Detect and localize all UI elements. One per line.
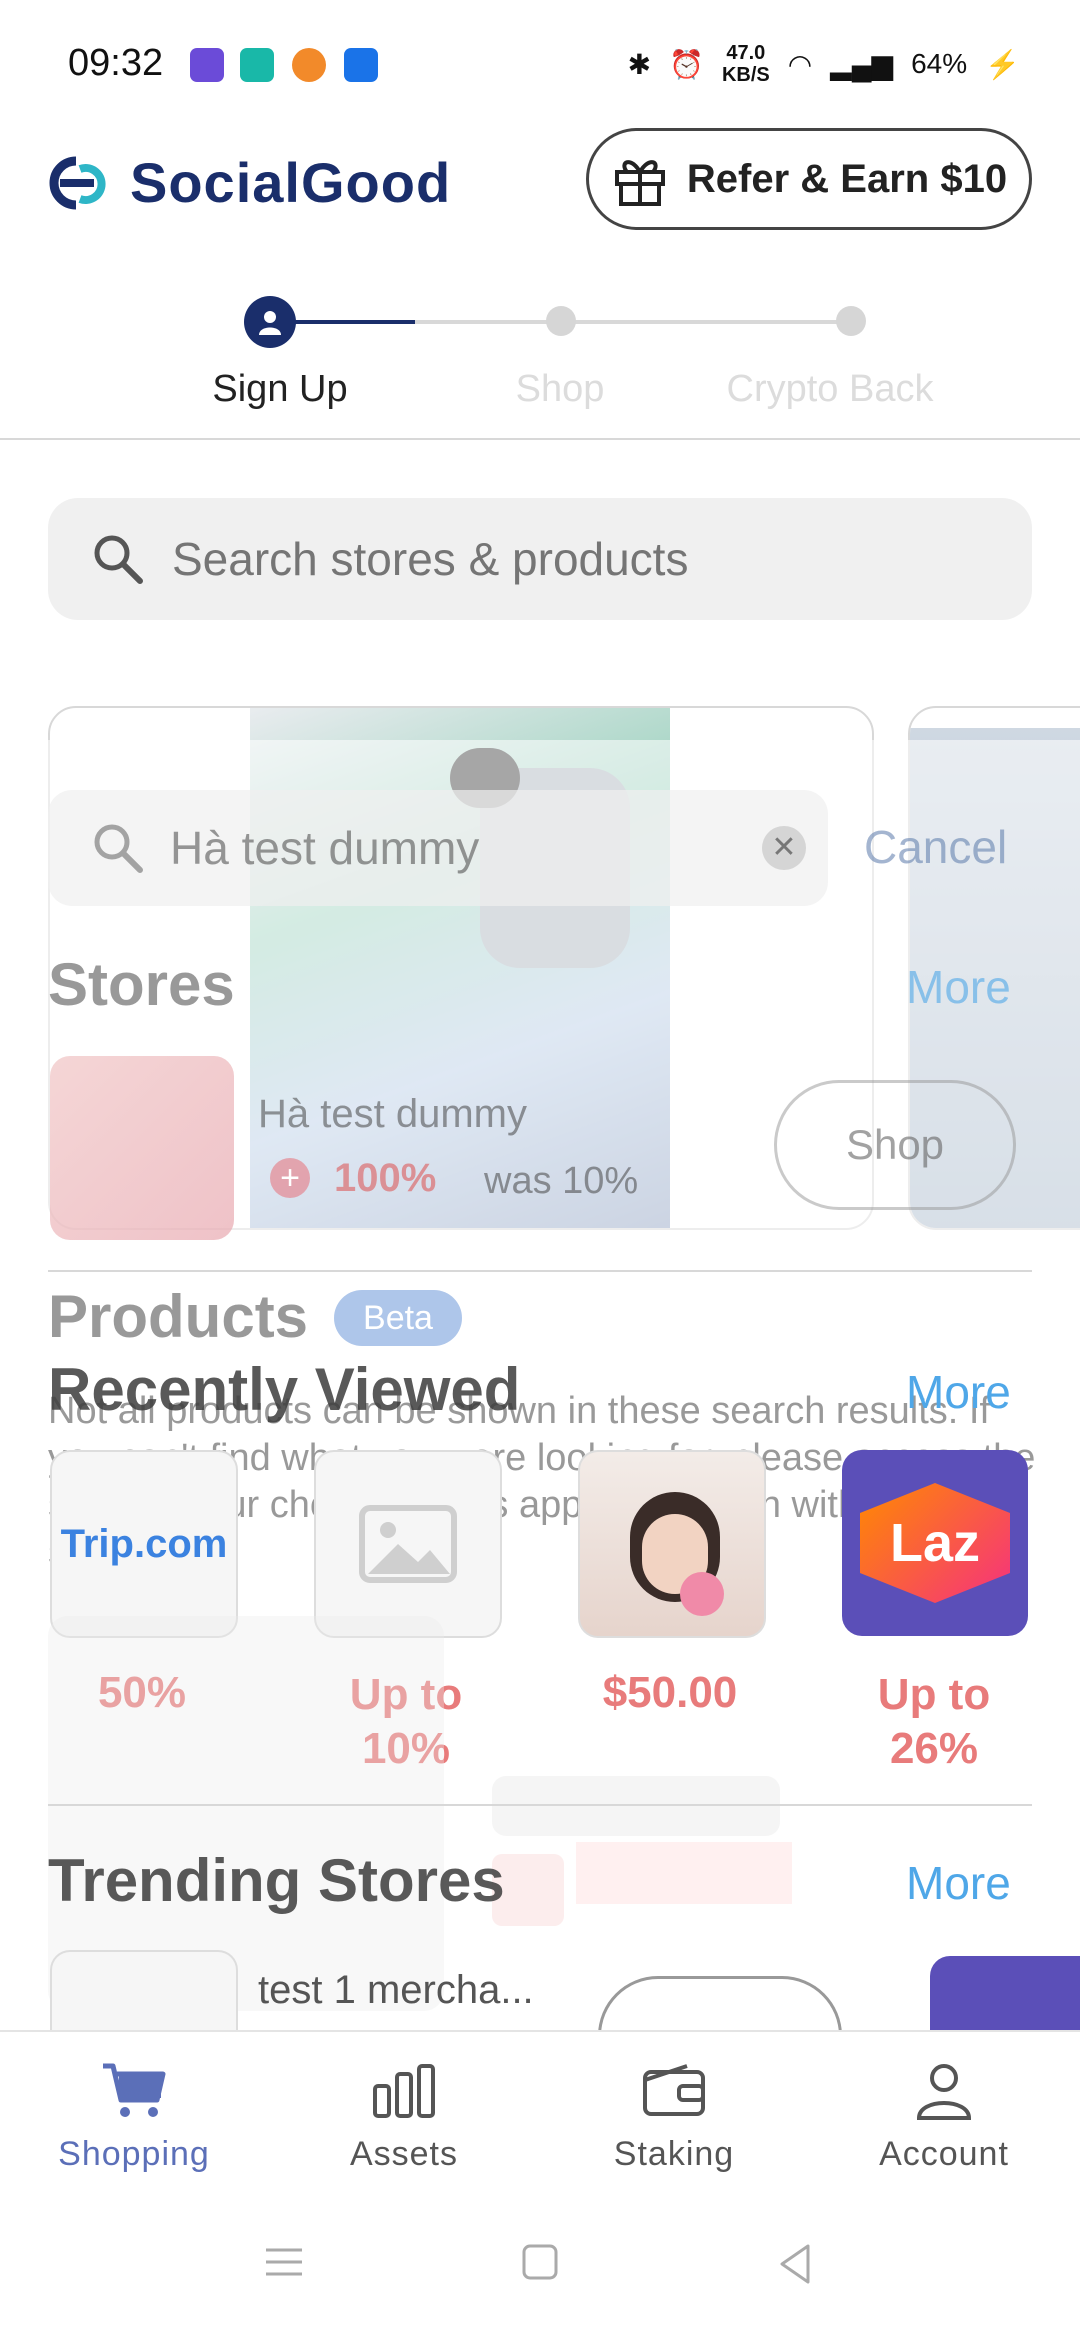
gift-icon — [614, 160, 665, 206]
browser-notification-icon — [292, 48, 326, 82]
store-shop-button[interactable]: Shop — [774, 1080, 1016, 1210]
lazada-logo-icon: Laz — [860, 1483, 1010, 1603]
alarm-icon: ⏰ — [669, 48, 704, 80]
bluetooth-icon: ✱ — [627, 48, 652, 80]
trending-shop-button[interactable] — [598, 1976, 842, 2036]
system-navigation-bar — [0, 2200, 1080, 2340]
cancel-search-button[interactable]: Cancel — [864, 820, 1007, 874]
stores-more-link[interactable]: More — [906, 960, 1011, 1014]
store-result-name[interactable]: Hà test dummy — [258, 1092, 527, 1137]
lazada-notification-icon — [190, 48, 224, 82]
cart-icon — [103, 2063, 166, 2117]
step-crypto-marker — [836, 306, 866, 336]
onboarding-stepper — [0, 290, 1080, 440]
network-speed: 47.0 KB/S — [721, 42, 770, 86]
recent-item-placeholder[interactable] — [314, 1450, 502, 1638]
lazada-logo-text: Laz — [889, 1513, 981, 1573]
clear-search-icon[interactable]: ✕ — [762, 826, 806, 870]
refer-earn-label: Refer & Earn $10 — [686, 156, 1008, 201]
nav-assets[interactable]: Assets — [304, 2060, 504, 2174]
account-icon — [916, 2064, 972, 2120]
nav-account-label: Account — [879, 2135, 1009, 2173]
stores-section-title: Stores — [48, 951, 235, 1018]
refer-earn-button[interactable]: Refer & Earn $10 — [586, 128, 1032, 230]
step-line-inactive — [415, 320, 855, 324]
user-icon — [259, 311, 281, 335]
recently-viewed-title: Recently Viewed — [48, 1356, 521, 1423]
nav-staking[interactable]: Staking — [574, 2060, 774, 2174]
recent-divider — [48, 1804, 1032, 1806]
products-section-title: Products — [48, 1283, 309, 1350]
recent-item-lazada[interactable]: Laz — [842, 1450, 1028, 1636]
search-icon — [94, 535, 143, 584]
status-indicators: ✱ ⏰ 47.0 KB/S ◠ ▂▄▆ 64% ⚡ — [628, 42, 1020, 86]
trending-store-thumbnail[interactable] — [50, 1950, 238, 2032]
recent-item-product[interactable] — [578, 1450, 766, 1638]
menu-icon[interactable] — [262, 2242, 306, 2282]
home-icon[interactable] — [520, 2242, 560, 2282]
nav-assets-label: Assets — [349, 2135, 459, 2173]
nav-shopping-label: Shopping — [58, 2135, 210, 2173]
cashback-plus-icon: + — [270, 1158, 310, 1198]
recently-viewed-more-link[interactable]: More — [906, 1365, 1011, 1419]
overlay-search-icon — [94, 824, 143, 873]
overlay-search-query[interactable]: Hà test dummy — [170, 821, 730, 875]
battery-level: 64% — [911, 48, 968, 79]
step-label-signup: Sign Up — [212, 368, 348, 410]
bar-chart-icon — [373, 2064, 435, 2118]
status-time: 09:32 — [68, 42, 164, 84]
loading-skeleton-rate — [576, 1842, 792, 1904]
beta-badge: Beta — [334, 1290, 462, 1346]
store-result-rate: 100% — [334, 1156, 437, 1200]
recent-item-product-price: $50.00 — [602, 1668, 738, 1717]
step-label-shop: Shop — [515, 368, 605, 410]
wallet-icon — [643, 2064, 705, 2116]
overlay-divider — [48, 1270, 1032, 1272]
socialgood-logo-icon — [49, 156, 106, 209]
store-result-thumbnail[interactable] — [50, 1056, 234, 1240]
charging-icon: ⚡ — [985, 48, 1020, 80]
step-signup-marker — [244, 296, 296, 348]
step-shop-marker — [546, 306, 576, 336]
trip-logo-text: Trip.com — [60, 1521, 228, 1566]
step-label-crypto-back: Crypto Back — [726, 368, 934, 410]
recent-item-lazada-rate: Up to 26% — [877, 1670, 991, 1773]
status-bar: 09:32 ✱ ⏰ 47.0 KB/S ◠ ▂▄▆ 64% ⚡ — [0, 0, 1080, 130]
trending-stores-title: Trending Stores — [48, 1847, 505, 1914]
loading-skeleton-bar — [492, 1776, 780, 1836]
product-photo-lollipop — [680, 1572, 724, 1616]
trending-stores-more-link[interactable]: More — [906, 1856, 1011, 1910]
back-icon[interactable] — [774, 2242, 818, 2286]
nav-staking-label: Staking — [613, 2135, 735, 2173]
trending-store-name[interactable]: test 1 mercha... — [258, 1968, 534, 2013]
recent-item-trip[interactable]: Trip.com — [50, 1450, 238, 1638]
wifi-icon: ◠ — [787, 48, 813, 80]
nav-shopping[interactable]: Shopping — [34, 2060, 234, 2174]
logo-text: SocialGood — [130, 151, 452, 214]
overlay-search-bar[interactable]: Hà test dummy ✕ — [48, 790, 828, 906]
trending-store-lazada-thumb[interactable] — [930, 1956, 1080, 2036]
nav-account[interactable]: Account — [844, 2060, 1044, 2174]
usb-notification-icon — [344, 48, 378, 82]
signal-icon: ▂▄▆ — [830, 48, 894, 80]
image-placeholder-icon — [359, 1505, 457, 1583]
store-result-was-rate: was 10% — [484, 1160, 639, 1202]
search-bar[interactable] — [48, 498, 1032, 620]
socialgood-logo: SocialGood — [40, 150, 451, 215]
search-input[interactable] — [170, 531, 994, 587]
chat-notification-icon — [240, 48, 274, 82]
header-divider — [0, 438, 1080, 440]
